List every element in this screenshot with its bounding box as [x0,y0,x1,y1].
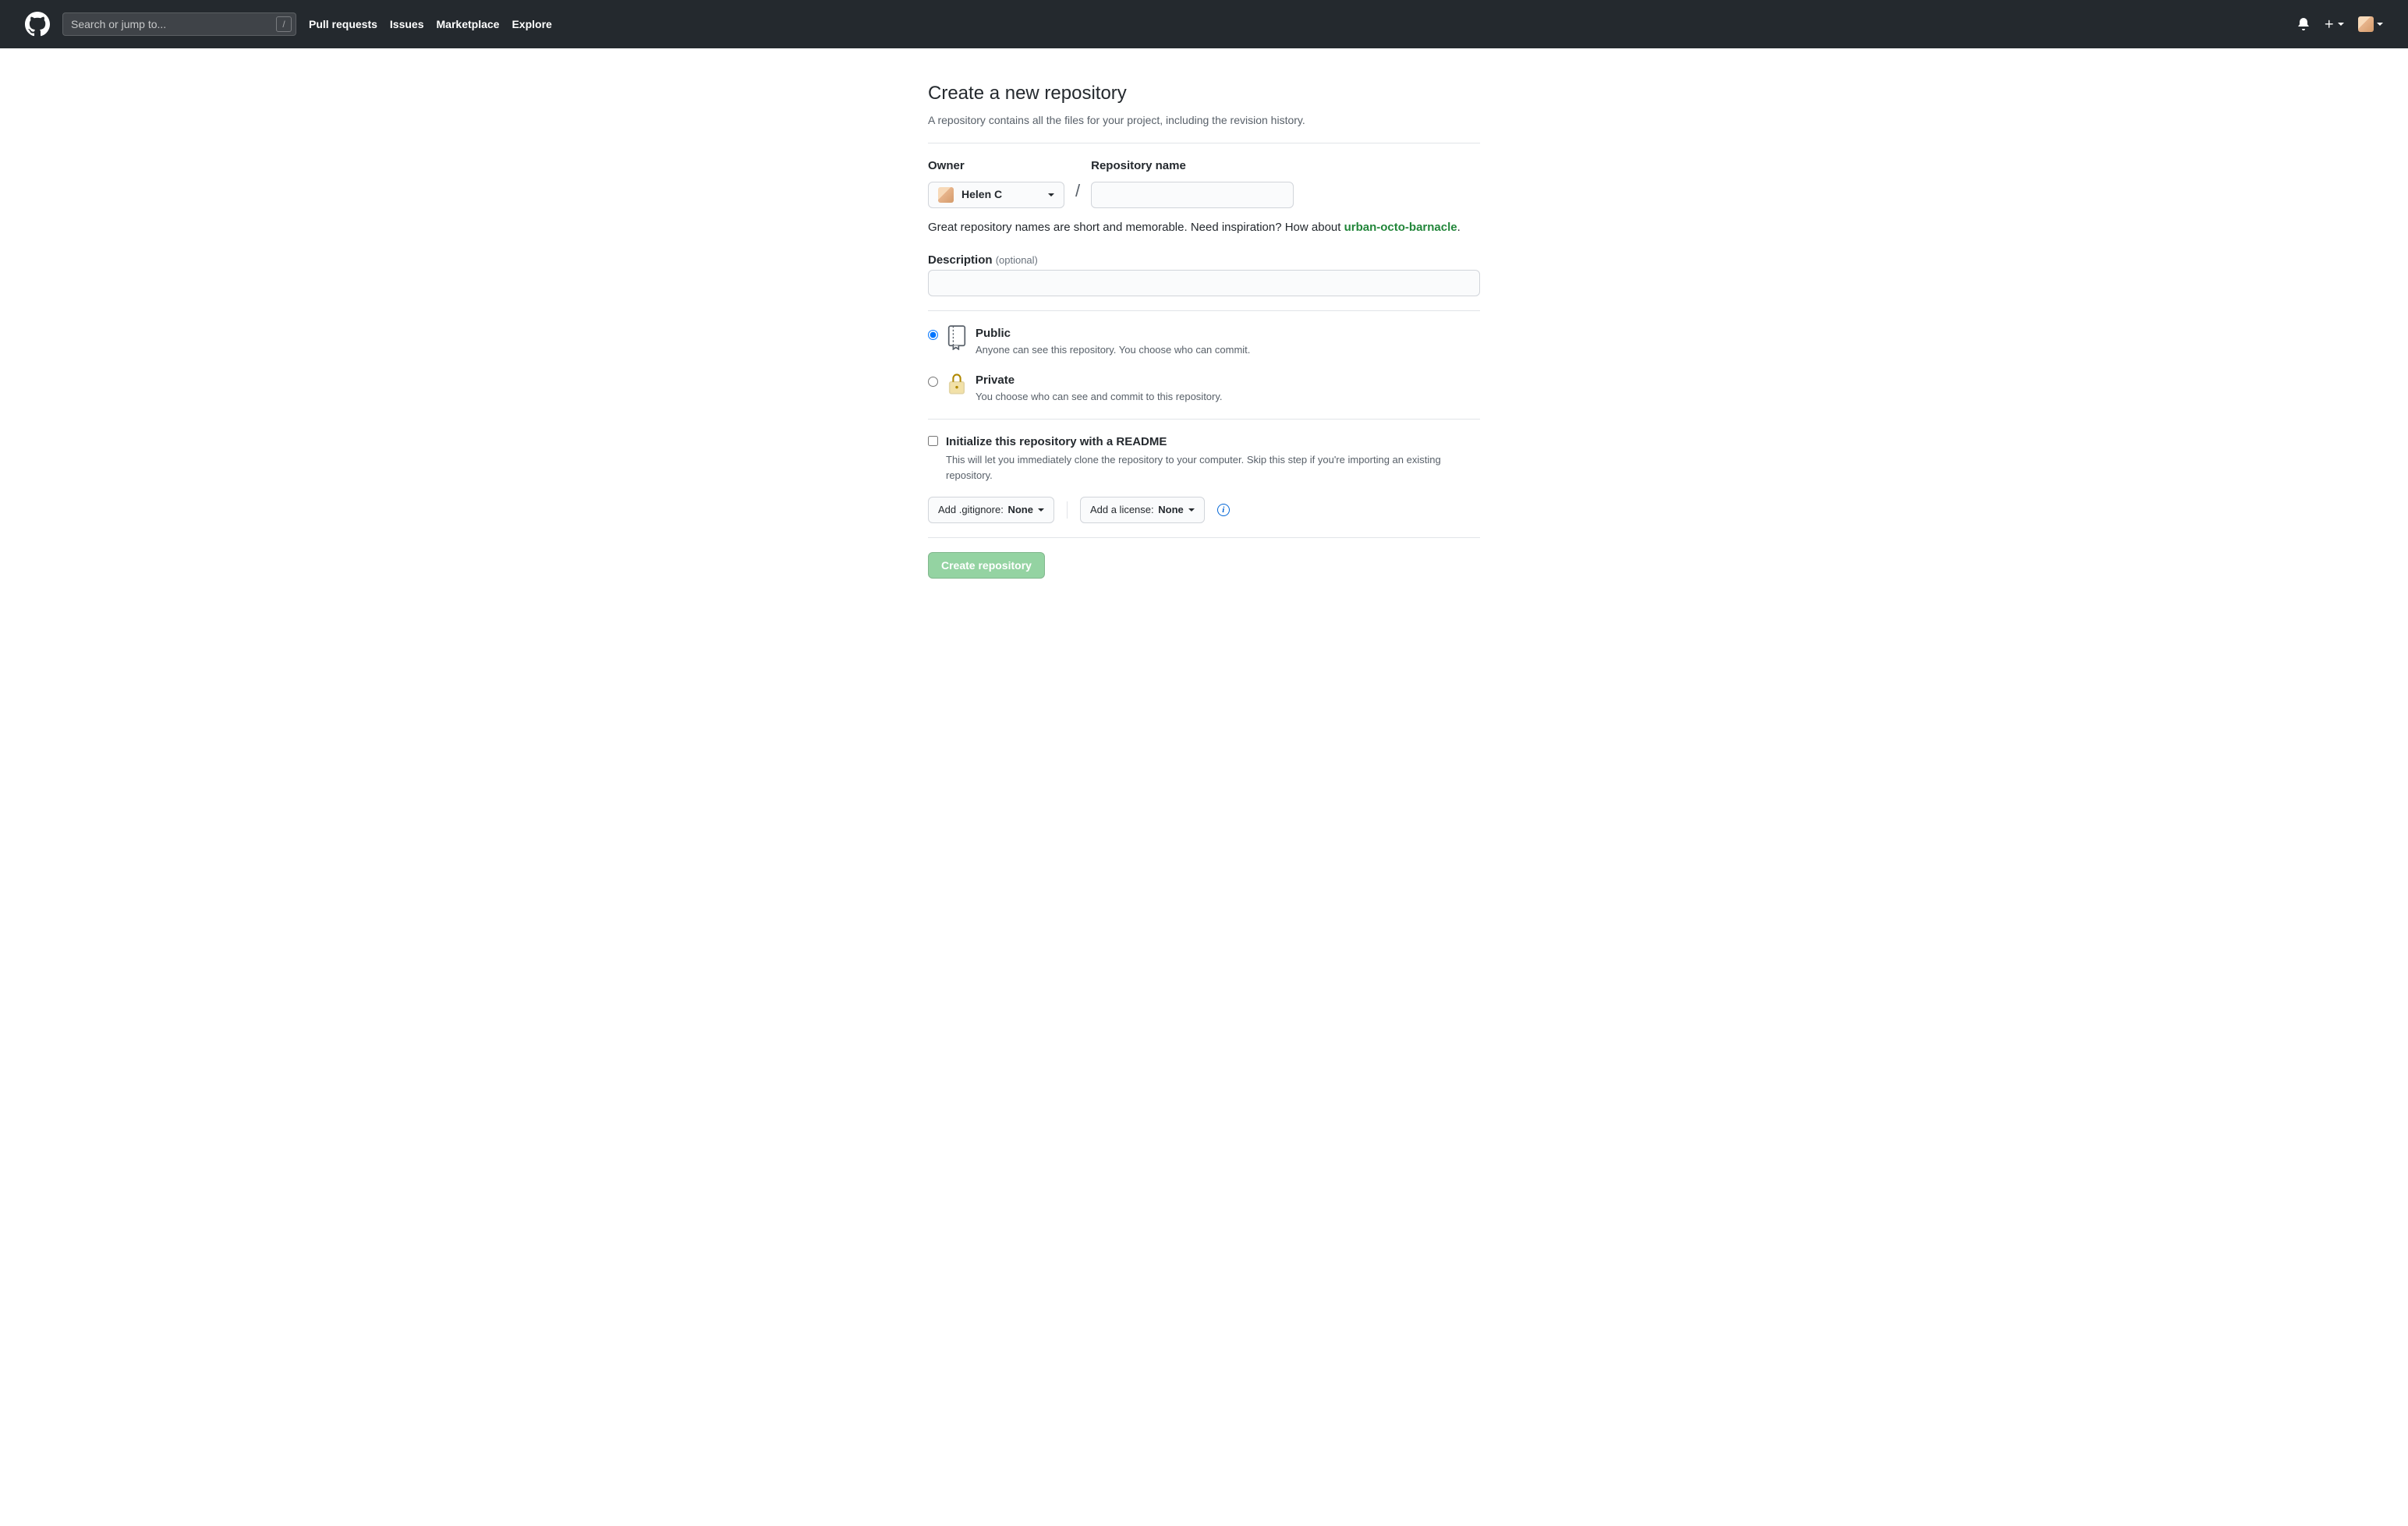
owner-avatar-icon [938,187,954,203]
visibility-private-option[interactable]: Private You choose who can see and commi… [928,372,1480,405]
nav-pull-requests[interactable]: Pull requests [309,16,377,33]
repo-name-hint: Great repository names are short and mem… [928,219,1480,237]
suggested-name-link[interactable]: urban-octo-barnacle [1344,221,1457,234]
owner-value: Helen C [961,186,1002,203]
global-header: / Pull requests Issues Marketplace Explo… [0,0,2408,48]
license-select[interactable]: Add a license: None [1080,497,1205,523]
license-info-icon[interactable]: i [1217,504,1230,516]
nav-marketplace[interactable]: Marketplace [437,16,500,33]
init-readme-desc: This will let you immediately clone the … [946,452,1461,483]
notifications-icon[interactable] [2297,18,2310,30]
visibility-private-title: Private [976,374,1015,387]
init-readme-option[interactable]: Initialize this repository with a README… [928,434,1480,483]
search-wrap: / [62,12,296,36]
search-input[interactable] [62,12,296,36]
description-input[interactable] [928,270,1480,296]
description-label: Description (optional) [928,253,1038,267]
owner-select[interactable]: Helen C [928,182,1064,208]
repo-public-icon [946,325,968,355]
user-menu[interactable] [2358,16,2383,32]
repo-name-group: Repository name [1091,158,1294,208]
header-actions [2297,16,2383,32]
page-subtitle: A repository contains all the files for … [928,112,1480,129]
owner-repo-separator: / [1075,178,1080,208]
primary-nav: Pull requests Issues Marketplace Explore [309,16,552,33]
divider [1067,501,1068,519]
chevron-down-icon [1188,508,1195,512]
visibility-public-title: Public [976,327,1011,340]
nav-explore[interactable]: Explore [512,16,551,33]
page-title: Create a new repository [928,80,1480,108]
visibility-public-desc: Anyone can see this repository. You choo… [976,342,1250,358]
visibility-public-option[interactable]: Public Anyone can see this repository. Y… [928,325,1480,358]
gitignore-select[interactable]: Add .gitignore: None [928,497,1054,523]
init-readme-checkbox[interactable] [928,436,938,446]
visibility-public-radio[interactable] [928,330,938,340]
main-container: Create a new repository A repository con… [915,80,1493,579]
repo-name-label: Repository name [1091,158,1294,175]
owner-group: Owner Helen C [928,158,1064,208]
chevron-down-icon [1048,193,1054,197]
visibility-private-radio[interactable] [928,377,938,387]
user-avatar-icon [2358,16,2374,32]
github-logo-icon[interactable] [25,12,50,37]
owner-label: Owner [928,158,1064,175]
init-readme-title: Initialize this repository with a README [946,435,1167,448]
chevron-down-icon [1038,508,1044,512]
search-slash-hint: / [276,16,292,32]
nav-issues[interactable]: Issues [390,16,424,33]
create-repository-button[interactable]: Create repository [928,552,1045,579]
lock-icon [946,372,968,400]
visibility-private-desc: You choose who can see and commit to thi… [976,389,1223,405]
create-new-dropdown[interactable] [2324,19,2344,30]
repo-name-input[interactable] [1091,182,1294,208]
